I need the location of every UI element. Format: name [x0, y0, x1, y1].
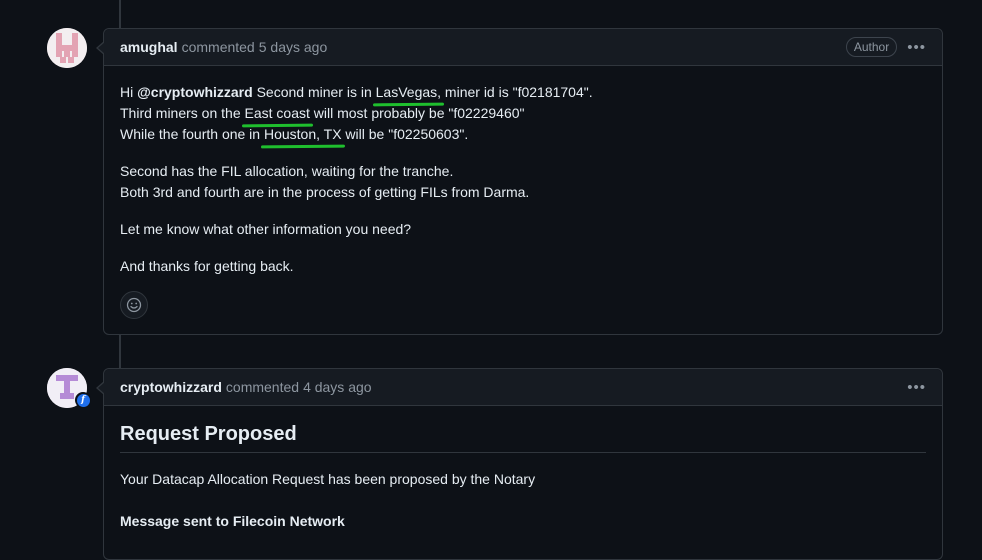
comment-action: commented: [225, 379, 300, 395]
text: will be "f02250603".: [341, 126, 469, 142]
comment-action: commented: [181, 39, 255, 55]
comment-body: Hi @cryptowhizzard Second miner is in La…: [104, 66, 942, 335]
paragraph-3: Let me know what other information you n…: [120, 221, 412, 237]
request-description: Your Datacap Allocation Request has been…: [120, 471, 536, 487]
avatar-amughal[interactable]: [47, 28, 87, 68]
greeting-text: Hi: [120, 84, 138, 100]
filecoin-badge: f: [75, 392, 91, 408]
comment-body: Request Proposed Your Datacap Allocation…: [104, 406, 942, 547]
text: Second miner is in: [252, 84, 376, 100]
comment-header: cryptowhizzard commented 4 days ago •••: [96, 369, 942, 406]
text: Third miners on the: [120, 105, 245, 121]
smiley-icon: [126, 297, 142, 313]
identicon-icon: [47, 28, 87, 68]
add-reaction-button[interactable]: [120, 291, 148, 319]
highlighted-place: LasVegas,: [376, 82, 441, 103]
comment-timestamp[interactable]: 5 days ago: [259, 39, 328, 55]
highlighted-place: East coast: [245, 103, 310, 124]
message-heading: Message sent to Filecoin Network: [120, 513, 345, 529]
user-mention[interactable]: @cryptowhizzard: [137, 84, 253, 100]
paragraph-1: Hi @cryptowhizzard Second miner is in La…: [120, 82, 926, 145]
kebab-horizontal-icon[interactable]: •••: [907, 39, 926, 56]
text: miner id is "f02181704".: [441, 84, 593, 100]
text: will most probably be "f02229460": [309, 105, 525, 121]
comment-header: amughal commented 5 days ago Author •••: [96, 29, 942, 66]
highlighted-place: Houston, TX: [264, 124, 342, 145]
text: While the fourth one in: [120, 126, 264, 142]
kebab-horizontal-icon[interactable]: •••: [907, 379, 926, 396]
request-title: Request Proposed: [120, 424, 926, 453]
text: Both 3rd and fourth are in the process o…: [120, 184, 530, 200]
comment-timestamp[interactable]: 4 days ago: [303, 379, 372, 395]
paragraph-4: And thanks for getting back.: [120, 258, 294, 274]
text: Second has the FIL allocation, waiting f…: [120, 163, 454, 179]
comment-author[interactable]: cryptowhizzard: [120, 379, 222, 395]
comment-author[interactable]: amughal: [120, 39, 178, 55]
filecoin-icon: f: [76, 393, 90, 407]
comment-amughal: amughal commented 5 days ago Author ••• …: [96, 28, 943, 335]
comment-cryptowhizzard: cryptowhizzard commented 4 days ago ••• …: [96, 368, 943, 560]
author-role-badge: Author: [845, 37, 898, 57]
paragraph-2: Second has the FIL allocation, waiting f…: [120, 161, 926, 203]
